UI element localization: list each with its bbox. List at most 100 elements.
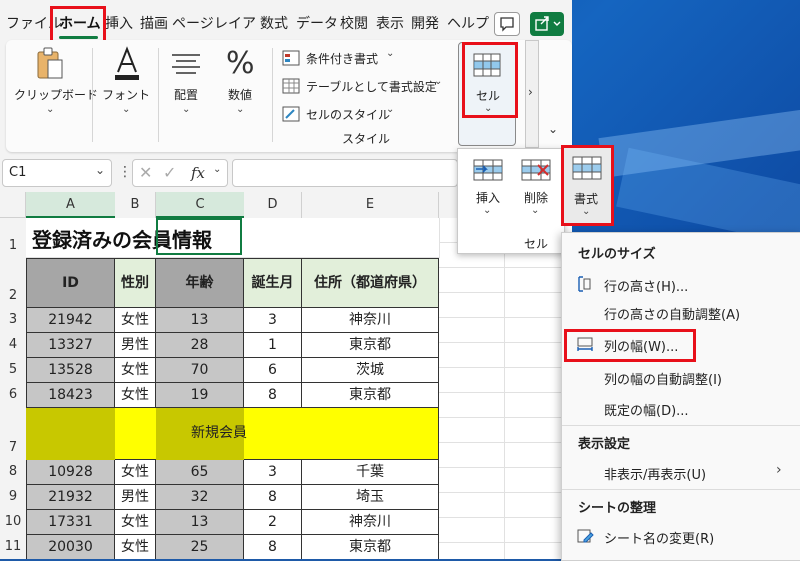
row-header-4[interactable]: 4 [0, 333, 26, 358]
clipboard-button[interactable]: クリップボード ⌄ [14, 44, 98, 142]
table-cell[interactable]: 21932 [26, 485, 115, 510]
row-header-11[interactable]: 11 [0, 535, 26, 559]
table-cell[interactable]: 19 [156, 383, 244, 408]
table-cell[interactable]: 13528 [26, 358, 115, 383]
tab-page-layout[interactable]: ページ [172, 12, 214, 36]
table-cell[interactable]: 13327 [26, 333, 115, 358]
tab-view[interactable]: 表示 [376, 12, 404, 36]
table-cell[interactable]: 8 [244, 485, 302, 510]
header-id[interactable]: ID [26, 258, 115, 308]
menu-item-row-height[interactable]: 行の高さ(H)... [562, 271, 800, 297]
table-cell[interactable]: 女性 [115, 510, 156, 535]
row-header-8[interactable]: 8 [0, 460, 26, 485]
table-cell[interactable]: 茨城 [302, 358, 439, 383]
conditional-format-button[interactable]: 条件付き書式 ⌄ [282, 48, 452, 68]
table-cell[interactable]: 千葉 [302, 460, 439, 485]
insert-function-icon[interactable]: fx [191, 164, 205, 182]
table-cell[interactable]: 21942 [26, 308, 115, 333]
row-header-7[interactable]: 7 [0, 408, 26, 460]
table-cell[interactable]: 2 [244, 510, 302, 535]
row-header-2[interactable]: 2 [0, 258, 26, 308]
font-button[interactable]: フォント ⌄ [98, 44, 154, 142]
row-header-9[interactable]: 9 [0, 485, 26, 510]
menu-item-autofit-row[interactable]: 行の高さの自動調整(A) [562, 299, 800, 325]
column-header-b[interactable]: B [115, 192, 156, 218]
empty-cells[interactable] [439, 218, 572, 559]
menu-item-default-width[interactable]: 既定の幅(D)... [562, 395, 800, 421]
table-cell[interactable]: 女性 [115, 358, 156, 383]
active-cell-c1[interactable] [156, 218, 242, 255]
insert-cells-button[interactable]: 挿入 ⌄ [466, 155, 510, 225]
table-cell[interactable]: 8 [244, 383, 302, 408]
table-cell[interactable]: 17331 [26, 510, 115, 535]
table-cell[interactable]: 1 [244, 333, 302, 358]
header-age[interactable]: 年齢 [156, 258, 244, 308]
table-cell[interactable]: 女性 [115, 383, 156, 408]
row-header-6[interactable]: 6 [0, 383, 26, 408]
tab-draw[interactable]: 描画 [140, 12, 168, 36]
table-cell[interactable]: 65 [156, 460, 244, 485]
tab-formulas[interactable]: 数式 [260, 12, 288, 36]
alignment-button[interactable]: 配置 ⌄ [162, 44, 210, 142]
table-cell[interactable]: 10928 [26, 460, 115, 485]
row-header-3[interactable]: 3 [0, 308, 26, 333]
table-cell[interactable]: 3 [244, 460, 302, 485]
header-address[interactable]: 住所（都道府県） [302, 258, 439, 308]
table-cell[interactable]: 女性 [115, 460, 156, 485]
tab-help[interactable]: ヘルプ [447, 12, 489, 36]
column-header-a[interactable]: A [26, 192, 115, 218]
table-cell[interactable]: 神奈川 [302, 308, 439, 333]
cancel-icon[interactable]: ✕ [139, 163, 152, 182]
table-cell[interactable]: 東京都 [302, 535, 439, 559]
more-options-icon[interactable]: ⋮ [118, 164, 132, 180]
header-gender[interactable]: 性別 [115, 258, 156, 308]
formula-input[interactable] [232, 159, 458, 187]
number-format-button[interactable]: % 数値 ⌄ [216, 44, 264, 142]
table-cell[interactable]: 20030 [26, 535, 115, 559]
column-header-e[interactable]: E [302, 192, 439, 218]
table-cell[interactable]: 女性 [115, 535, 156, 559]
table-cell[interactable]: 神奈川 [302, 510, 439, 535]
new-member-cell-a[interactable] [26, 408, 115, 460]
menu-item-rename-sheet[interactable]: シート名の変更(R) [562, 523, 800, 549]
select-all-corner[interactable] [0, 192, 26, 218]
table-cell[interactable]: 東京都 [302, 333, 439, 358]
menu-item-hide-unhide[interactable]: 非表示/再表示(U) › [562, 459, 800, 485]
menu-item-autofit-column[interactable]: 列の幅の自動調整(I) [562, 364, 800, 390]
table-cell[interactable]: 8 [244, 535, 302, 559]
comments-button[interactable] [494, 12, 520, 36]
enter-icon[interactable]: ✓ [163, 163, 176, 182]
table-cell[interactable]: 男性 [115, 333, 156, 358]
table-cell[interactable]: 13 [156, 510, 244, 535]
new-member-label[interactable]: 新規会員 [156, 408, 282, 460]
table-cell[interactable]: 東京都 [302, 383, 439, 408]
row-header-1[interactable]: 1 [0, 218, 26, 258]
delete-cells-button[interactable]: 削除 ⌄ [514, 155, 558, 225]
table-cell[interactable]: 13 [156, 308, 244, 333]
table-cell[interactable]: 女性 [115, 308, 156, 333]
name-box[interactable]: C1 ⌄ [2, 159, 112, 187]
table-cell[interactable]: 32 [156, 485, 244, 510]
table-cell[interactable]: 25 [156, 535, 244, 559]
table-cell[interactable]: 男性 [115, 485, 156, 510]
table-cell[interactable]: 18423 [26, 383, 115, 408]
format-as-table-button[interactable]: テーブルとして書式設定 ⌄ [282, 76, 452, 96]
table-cell[interactable]: 3 [244, 308, 302, 333]
row-header-10[interactable]: 10 [0, 510, 26, 535]
table-cell[interactable]: 埼玉 [302, 485, 439, 510]
table-cell[interactable]: 70 [156, 358, 244, 383]
collapse-ribbon-icon[interactable]: ⌄ [548, 122, 558, 136]
share-button[interactable] [530, 12, 564, 36]
tab-data[interactable]: データ [296, 12, 338, 36]
cell-styles-button[interactable]: セルのスタイル ⌄ [282, 104, 452, 124]
table-cell[interactable]: 28 [156, 333, 244, 358]
header-birth-month[interactable]: 誕生月 [244, 258, 302, 308]
table-cell[interactable]: 6 [244, 358, 302, 383]
tab-review[interactable]: 校閲 [340, 12, 368, 36]
row-header-5[interactable]: 5 [0, 358, 26, 383]
tab-developer[interactable]: 開発 [411, 12, 439, 36]
ribbon-scroll-button[interactable]: › [525, 40, 539, 148]
tab-layout[interactable]: レイア [214, 12, 256, 36]
column-header-d[interactable]: D [244, 192, 302, 218]
tab-insert[interactable]: 挿入 [105, 12, 133, 36]
